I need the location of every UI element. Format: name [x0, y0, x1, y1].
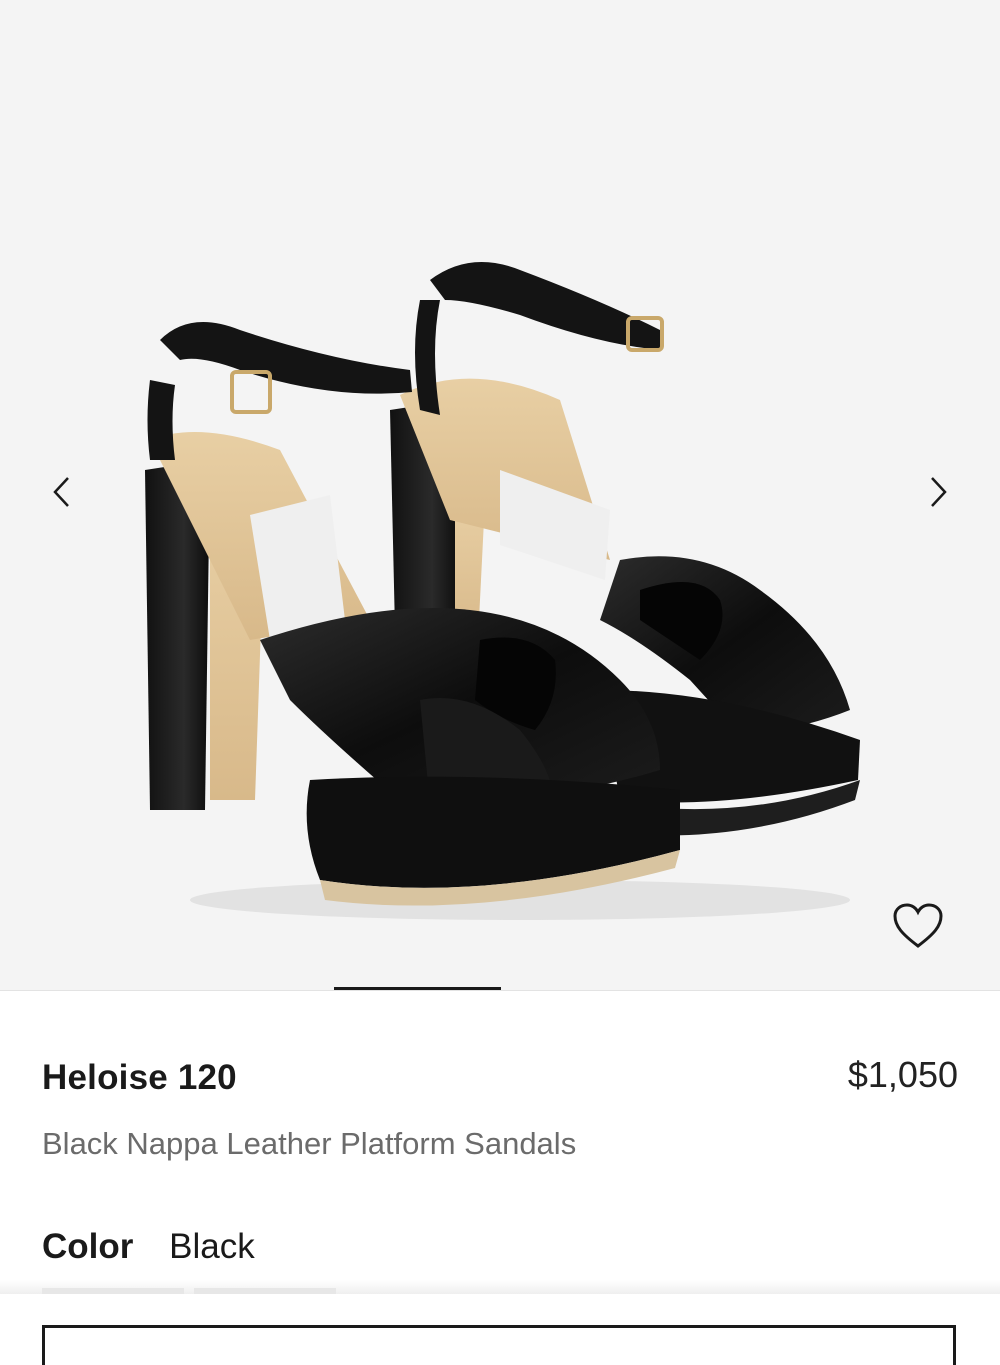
slide-indicator-active: [334, 987, 501, 990]
color-swatch[interactable]: [194, 1288, 336, 1294]
wishlist-button[interactable]: [888, 896, 948, 956]
heart-outline-icon: [893, 903, 943, 948]
product-gallery[interactable]: [0, 0, 1000, 990]
product-name: Heloise 120: [42, 1058, 237, 1097]
color-value: Black: [169, 1227, 255, 1266]
next-image-button[interactable]: [916, 470, 960, 514]
previous-image-button[interactable]: [40, 470, 84, 514]
product-description: Black Nappa Leather Platform Sandals: [42, 1126, 577, 1161]
chevron-left-icon: [53, 477, 69, 507]
product-price: $1,050: [847, 1054, 958, 1095]
color-swatch[interactable]: [42, 1288, 184, 1294]
size-select-box[interactable]: [42, 1325, 956, 1365]
gallery-divider: [0, 990, 1000, 991]
color-label: Color: [42, 1227, 134, 1266]
chevron-right-icon: [931, 477, 947, 507]
color-row: Color Black: [42, 1227, 255, 1267]
product-image: [145, 262, 860, 920]
